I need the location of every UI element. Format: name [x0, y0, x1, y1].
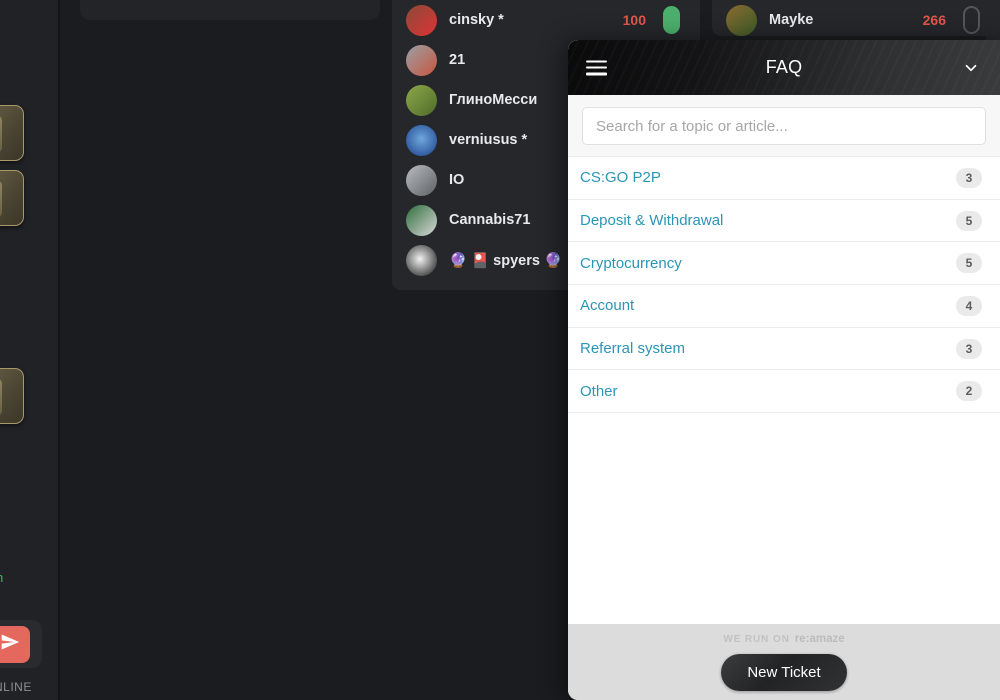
status-pill: [663, 6, 680, 34]
faq-category-item[interactable]: Cryptocurrency 5: [568, 242, 1000, 286]
status-pill: [963, 6, 980, 34]
faq-category-label: Cryptocurrency: [580, 254, 682, 272]
faq-category-count-badge: 3: [956, 338, 982, 359]
faq-widget-header: FAQ: [568, 40, 1000, 95]
faq-category-item[interactable]: Referral system 3: [568, 327, 1000, 371]
send-button-wrapper: [0, 620, 42, 668]
chat-user-name: cinsky *: [449, 12, 504, 28]
faq-list-empty-space: [568, 413, 1000, 624]
faq-category-list: CS:GO P2P 3 Deposit & Withdrawal 5 Crypt…: [568, 156, 1000, 624]
faq-category-count-badge: 2: [956, 381, 982, 402]
faq-category-item[interactable]: Deposit & Withdrawal 5: [568, 199, 1000, 243]
faq-category-label: Deposit & Withdrawal: [580, 212, 724, 230]
faq-category-count-badge: 5: [956, 210, 982, 231]
chat-user-name: Mayke: [769, 12, 814, 28]
branding-prefix: WE RUN ON: [723, 634, 790, 645]
online-status-label: NLINE: [0, 680, 32, 694]
avatar: [406, 244, 437, 276]
chat-user-name: Cannabis71: [449, 212, 531, 228]
chat-user-name: 21: [449, 52, 466, 68]
faq-widget-title: FAQ: [765, 57, 803, 77]
faq-category-label: Other: [580, 382, 618, 400]
faq-widget: FAQ CS:GO P2P 3 Deposit & Withdrawal 5 C…: [568, 40, 1000, 700]
chat-list-item[interactable]: cinsky * 100: [406, 0, 688, 40]
faq-category-label: Referral system: [580, 340, 686, 358]
faq-category-label: CS:GO P2P: [580, 169, 661, 187]
send-arrow-icon: [0, 632, 20, 657]
faq-category-item[interactable]: CS:GO P2P 3: [568, 157, 1000, 200]
chat-user-count: 100: [622, 12, 646, 28]
avatar: [406, 204, 437, 236]
chat-list-panel-right: Mayke 266: [712, 0, 1000, 36]
new-ticket-button[interactable]: New Ticket: [721, 654, 847, 691]
faq-category-count-badge: 3: [956, 167, 982, 188]
faq-category-count-badge: 5: [956, 253, 982, 274]
branding-name: re:amaze: [794, 633, 845, 645]
background-gutter-divider: [58, 0, 60, 700]
chat-user-name: ГлиноМесси: [449, 92, 538, 108]
background-gold-card[interactable]: [0, 368, 24, 424]
faq-category-item[interactable]: Other 2: [568, 370, 1000, 414]
faq-category-item[interactable]: Account 4: [568, 285, 1000, 328]
send-button[interactable]: [0, 626, 30, 663]
faq-widget-footer: WE RUN ON re:amaze New Ticket: [568, 624, 1000, 700]
avatar: [406, 84, 437, 116]
chat-user-name: verniusus *: [449, 132, 528, 148]
avatar: [726, 4, 757, 36]
faq-search-wrapper: [568, 95, 1000, 156]
chevron-down-icon[interactable]: [960, 57, 982, 79]
background-top-panel: [80, 0, 380, 20]
faq-category-count-badge: 4: [956, 295, 982, 316]
avatar: [406, 124, 437, 156]
chat-user-name: 🔮 🎴 spyers 🔮: [449, 252, 563, 269]
background-gold-card[interactable]: [0, 105, 24, 161]
chat-user-name: IO: [449, 172, 465, 188]
avatar: [406, 164, 437, 196]
powered-by-branding: WE RUN ON re:amaze: [723, 633, 844, 645]
chat-list-item[interactable]: Mayke 266: [726, 0, 988, 40]
background-gold-card[interactable]: [0, 170, 24, 226]
avatar: [406, 44, 437, 76]
chat-user-count: 266: [922, 12, 946, 28]
background-green-text: n: [0, 570, 3, 585]
avatar: [406, 4, 437, 36]
faq-category-label: Account: [580, 297, 635, 315]
search-input[interactable]: [582, 107, 986, 145]
